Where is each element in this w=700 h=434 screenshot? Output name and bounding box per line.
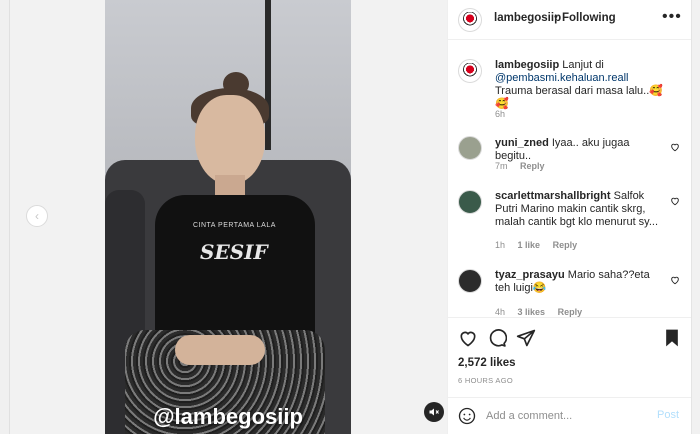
avatar[interactable]: [458, 59, 482, 83]
caption-lead: Lanjut di: [562, 59, 604, 71]
comment-text: yuni_zned Iyaa.. aku jugaa begitu..: [495, 137, 667, 163]
caption-mention-link[interactable]: @pembasmi.kehaluan.reall: [495, 72, 628, 84]
speaker-muted-icon: [429, 408, 439, 416]
avatar[interactable]: [458, 136, 482, 160]
comment-meta: 4h 3 likes Reply: [495, 307, 592, 317]
heart-icon[interactable]: [670, 275, 680, 285]
post-side-panel: lambegosiip • Following ••• lambegosiip …: [447, 0, 700, 434]
reply-button[interactable]: Reply: [520, 161, 545, 171]
comment-time[interactable]: 1h: [495, 240, 505, 250]
comment-text: tyaz_prasayu Mario saha??eta teh luigi😂: [495, 269, 667, 295]
header-separator: •: [554, 11, 558, 23]
post-header: lambegosiip • Following •••: [448, 0, 691, 40]
comment-text: scarlettmarshallbright Salfok Putri Mari…: [495, 190, 667, 229]
save-bookmark-icon[interactable]: [662, 328, 682, 348]
shirt-print-small: CINTA PERTAMA LALA: [193, 222, 276, 229]
left-page-strip: [0, 0, 10, 434]
post-actions: 2,572 likes 6 HOURS AGO: [448, 317, 691, 397]
heart-icon[interactable]: [670, 196, 680, 206]
wall-edge: [265, 0, 271, 150]
comment-likes[interactable]: 3 likes: [518, 307, 546, 317]
post-button[interactable]: Post: [657, 409, 679, 421]
comment-likes[interactable]: 1 like: [518, 240, 541, 250]
chevron-left-icon: ‹: [35, 209, 39, 223]
comment-meta: 7m Reply: [495, 161, 555, 171]
account-logo-icon: [463, 63, 477, 79]
comment-input[interactable]: [486, 407, 646, 425]
face: [195, 95, 265, 185]
caption-username[interactable]: lambegosiip: [495, 59, 559, 71]
video-watermark: @lambegosiip: [153, 404, 303, 429]
comments-list[interactable]: lambegosiip Lanjut di @pembasmi.kehaluan…: [448, 41, 691, 317]
post-media: CINTA PERTAMA LALA SESIF @lambegosiip ‹: [10, 0, 447, 434]
following-button[interactable]: Following: [562, 12, 616, 24]
avatar[interactable]: [458, 269, 482, 293]
comment-username[interactable]: yuni_zned: [495, 137, 549, 149]
avatar[interactable]: [458, 8, 482, 32]
comment-time[interactable]: 7m: [495, 161, 508, 171]
comment-username[interactable]: scarlettmarshallbright: [495, 190, 611, 202]
caption-text: lambegosiip Lanjut di @pembasmi.kehaluan…: [495, 59, 667, 111]
share-send-icon[interactable]: [516, 328, 536, 348]
mute-button[interactable]: [424, 402, 444, 422]
heart-icon[interactable]: [670, 142, 680, 152]
comment-username[interactable]: tyaz_prasayu: [495, 269, 565, 281]
likes-count[interactable]: 2,572 likes: [458, 357, 516, 369]
previous-post-button[interactable]: ‹: [26, 205, 48, 227]
comment-time[interactable]: 4h: [495, 307, 505, 317]
like-heart-icon[interactable]: [458, 328, 478, 348]
header-username[interactable]: lambegosiip: [494, 12, 561, 24]
emoji-icon[interactable]: [458, 407, 476, 425]
more-options-icon[interactable]: •••: [662, 8, 682, 26]
avatar[interactable]: [458, 190, 482, 214]
comment-meta: 1h 1 like Reply: [495, 240, 587, 250]
caption-time[interactable]: 6h: [495, 109, 505, 119]
scrollbar[interactable]: [691, 0, 700, 434]
shirt-print-large: SESIF: [200, 240, 268, 264]
caption-body: Trauma berasal dari masa lalu..🥰🥰: [495, 85, 663, 110]
account-logo-icon: [463, 12, 477, 28]
video-frame[interactable]: CINTA PERTAMA LALA SESIF @lambegosiip: [105, 0, 351, 434]
add-comment-bar: Post: [448, 397, 691, 434]
reply-button[interactable]: Reply: [553, 240, 578, 250]
caption-meta: 6h: [495, 109, 515, 119]
reply-button[interactable]: Reply: [558, 307, 583, 317]
hands: [175, 335, 265, 365]
post-time[interactable]: 6 HOURS AGO: [458, 376, 513, 385]
comment-bubble-icon[interactable]: [487, 328, 507, 348]
